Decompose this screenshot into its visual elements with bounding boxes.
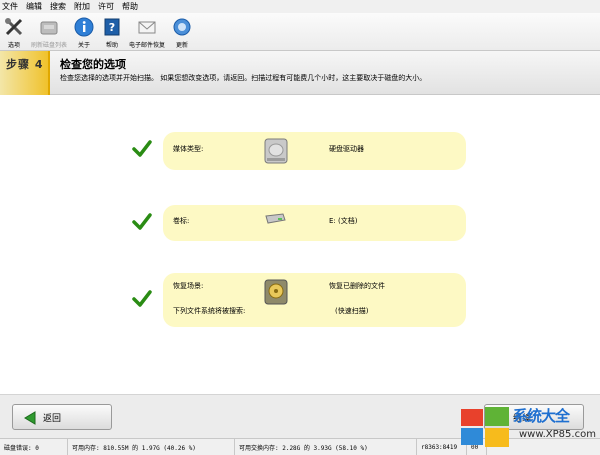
menu-license[interactable]: 许可 bbox=[98, 1, 114, 12]
options-label: 选项 bbox=[7, 42, 20, 49]
media-type-label: 媒体类型: bbox=[173, 145, 204, 153]
recovery-disk-icon bbox=[263, 278, 289, 308]
info-icon bbox=[73, 16, 95, 38]
help-button[interactable]: ? 帮助 bbox=[101, 13, 123, 49]
volume-row: 卷标: E: (文档) bbox=[163, 205, 466, 241]
menu-bar: 文件 编辑 搜索 附加 许可 帮助 bbox=[0, 0, 600, 13]
watermark-logo: 系统大全 www.XP85.com bbox=[461, 405, 600, 455]
svg-text:?: ? bbox=[109, 21, 115, 34]
menu-search[interactable]: 搜索 bbox=[50, 1, 66, 12]
menu-file[interactable]: 文件 bbox=[2, 1, 18, 12]
watermark-site: www.XP85.com bbox=[519, 429, 596, 440]
step-header: 步骤 4 检查您的选项 检查您选择的选项并开始扫描。 如果您想改变选项，请返回。… bbox=[0, 51, 600, 95]
step-number: 步骤 4 bbox=[0, 51, 50, 95]
update-globe-icon bbox=[171, 16, 193, 38]
update-label: 更新 bbox=[176, 42, 189, 49]
scenario-value: 恢复已删除的文件 bbox=[329, 282, 385, 290]
back-button[interactable]: 返回 bbox=[12, 404, 112, 430]
options-button[interactable]: 选项 bbox=[3, 13, 25, 49]
disk-refresh-icon bbox=[38, 16, 60, 38]
back-arrow-icon bbox=[23, 411, 37, 428]
tools-icon bbox=[3, 16, 25, 38]
media-type-row: 媒体类型: 硬盘驱动器 bbox=[163, 132, 466, 170]
toolbar: 选项 刷新磁盘列表 关于 ? 帮助 电子邮件恢复 更新 bbox=[0, 13, 600, 51]
about-label: 关于 bbox=[78, 42, 91, 49]
disk-errors-status: 磁盘错误: 0 bbox=[0, 439, 68, 455]
memory-status: 可用内存: 810.55M 的 1.97G (40.26 %) bbox=[68, 439, 235, 455]
options-summary: 媒体类型: 硬盘驱动器 卷标: E: (文档) 恢复场景: 恢复已删除的文件 下… bbox=[0, 96, 600, 394]
filesystem-value: (快速扫描) bbox=[335, 307, 369, 315]
volume-label: 卷标: bbox=[173, 217, 190, 225]
update-button[interactable]: 更新 bbox=[171, 13, 193, 49]
menu-addons[interactable]: 附加 bbox=[74, 1, 90, 12]
scenario-label: 恢复场景: bbox=[173, 282, 204, 290]
refresh-disks-label: 刷新磁盘列表 bbox=[31, 42, 68, 49]
media-type-value: 硬盘驱动器 bbox=[329, 145, 364, 153]
menu-edit[interactable]: 编辑 bbox=[26, 1, 42, 12]
about-button[interactable]: 关于 bbox=[73, 13, 95, 49]
build-status: r8363:8419 bbox=[417, 439, 467, 455]
email-support-button[interactable]: 电子邮件恢复 bbox=[129, 13, 165, 49]
check-icon bbox=[132, 290, 152, 310]
volume-drive-icon bbox=[263, 212, 287, 228]
email-support-label: 电子邮件恢复 bbox=[129, 42, 166, 49]
check-icon bbox=[132, 140, 152, 160]
step-title: 检查您的选项 bbox=[60, 58, 126, 71]
scenario-row: 恢复场景: 恢复已删除的文件 下列文件系统将被搜索: (快速扫描) bbox=[163, 273, 466, 327]
volume-value: E: (文档) bbox=[329, 217, 358, 225]
step-description: 检查您选择的选项并开始扫描。 如果您想改变选项，请返回。扫描过程有可能费几个小时… bbox=[60, 74, 427, 82]
hard-drive-icon bbox=[263, 137, 289, 167]
windows-logo-icon bbox=[461, 407, 509, 447]
envelope-icon bbox=[136, 16, 158, 38]
filesystem-label: 下列文件系统将被搜索: bbox=[173, 307, 246, 315]
swap-status: 可用交换内存: 2.28G 的 3.93G (58.10 %) bbox=[235, 439, 417, 455]
help-book-icon: ? bbox=[101, 16, 123, 38]
help-label: 帮助 bbox=[106, 42, 119, 49]
menu-help[interactable]: 帮助 bbox=[122, 1, 138, 12]
watermark-brand: 系统大全 bbox=[513, 407, 570, 425]
back-button-label: 返回 bbox=[43, 413, 62, 424]
check-icon bbox=[132, 213, 152, 233]
refresh-disks-button[interactable]: 刷新磁盘列表 bbox=[31, 13, 67, 49]
